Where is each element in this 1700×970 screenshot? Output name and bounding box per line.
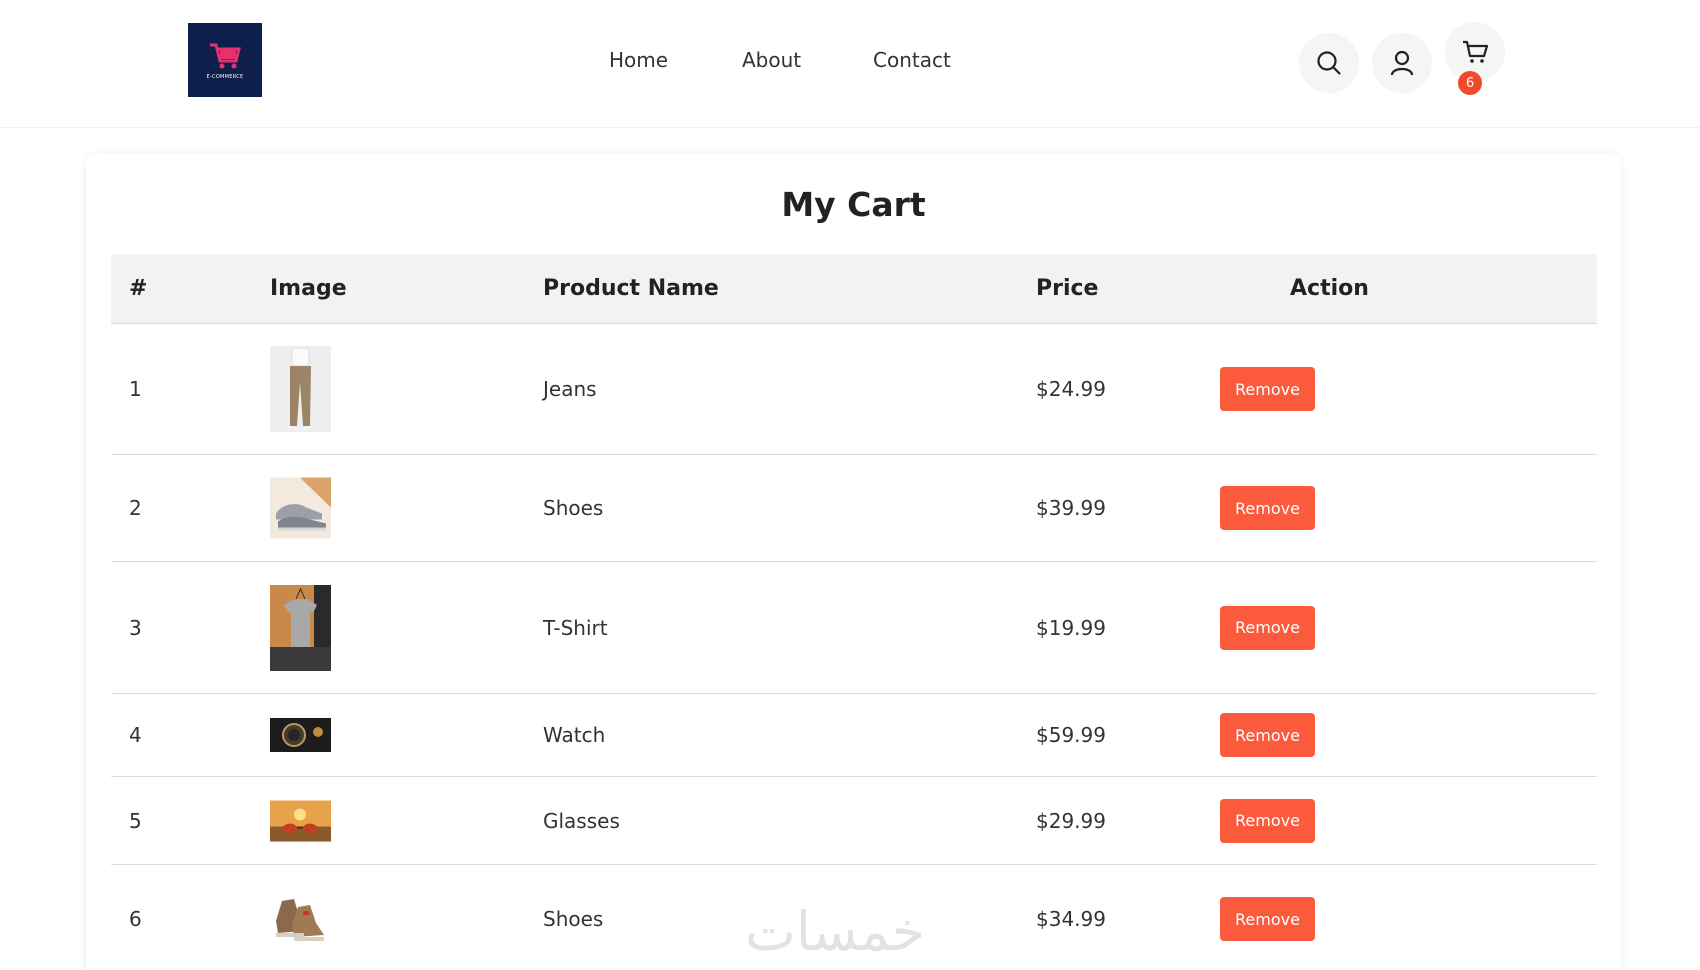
search-button[interactable] (1299, 33, 1359, 93)
watermark: خمسات (745, 900, 926, 963)
site-header: E-COMMERCE Home About Contact 6 (0, 0, 1700, 128)
row-index: 1 (129, 377, 142, 401)
product-name: Shoes (543, 907, 604, 931)
product-price: $39.99 (1036, 496, 1106, 520)
tshirt-thumbnail (270, 584, 331, 671)
remove-button[interactable]: Remove (1220, 897, 1315, 941)
row-index: 5 (129, 808, 142, 833)
nav-about[interactable]: About (742, 48, 801, 72)
logo-text: E-COMMERCE (206, 73, 244, 80)
product-price: $34.99 (1036, 907, 1106, 931)
account-button[interactable] (1372, 33, 1432, 93)
logo-cart-icon (210, 43, 241, 68)
remove-button[interactable]: Remove (1220, 605, 1315, 650)
shoes-thumbnail (270, 477, 331, 539)
watch-thumbnail (270, 718, 331, 752)
row-index: 6 (129, 907, 142, 931)
product-price: $59.99 (1036, 723, 1106, 747)
product-name: Watch (543, 723, 606, 747)
row-index: 2 (129, 496, 142, 520)
table-header: # Image Product Name Price Action (111, 254, 1597, 324)
product-price: $29.99 (1036, 808, 1106, 833)
nav-contact[interactable]: Contact (873, 48, 951, 72)
user-icon (1390, 50, 1414, 76)
product-price: $19.99 (1036, 615, 1106, 640)
table-row: 4 Watch $59.99 Remove (111, 694, 1597, 777)
remove-button[interactable]: Remove (1220, 367, 1315, 411)
column-header-image: Image (270, 276, 347, 301)
product-name: Glasses (543, 808, 620, 833)
page-title: My Cart (781, 185, 926, 224)
cart-icon (1463, 40, 1489, 63)
remove-button[interactable]: Remove (1220, 713, 1315, 757)
brand-logo[interactable]: E-COMMERCE (188, 23, 262, 97)
glasses-thumbnail (270, 800, 331, 841)
product-name: Jeans (543, 377, 597, 401)
remove-button[interactable]: Remove (1220, 798, 1315, 843)
cart-card: My Cart # Image Product Name Price Actio… (86, 153, 1621, 970)
table-row: 5 Glasses $29.99 Remove (111, 777, 1597, 865)
cart-count-badge: 6 (1458, 71, 1482, 95)
product-price: $24.99 (1036, 377, 1106, 401)
row-index: 4 (129, 723, 142, 747)
product-name: Shoes (543, 496, 604, 520)
remove-button[interactable]: Remove (1220, 486, 1315, 530)
table-row: 3 T-Shirt $19.99 Remove (111, 562, 1597, 694)
column-header-action: Action (1290, 276, 1369, 301)
product-name: T-Shirt (543, 615, 608, 640)
search-icon (1317, 51, 1341, 75)
row-index: 3 (129, 615, 142, 640)
table-row: 2 Shoes $39.99 Remove (111, 455, 1597, 562)
column-header-index: # (129, 276, 148, 301)
nav-home[interactable]: Home (609, 48, 668, 72)
jeans-thumbnail (270, 346, 331, 432)
boots-thumbnail (270, 891, 331, 947)
column-header-name: Product Name (543, 276, 719, 301)
column-header-price: Price (1036, 276, 1099, 301)
table-row: 1 Jeans $24.99 Remove (111, 324, 1597, 455)
